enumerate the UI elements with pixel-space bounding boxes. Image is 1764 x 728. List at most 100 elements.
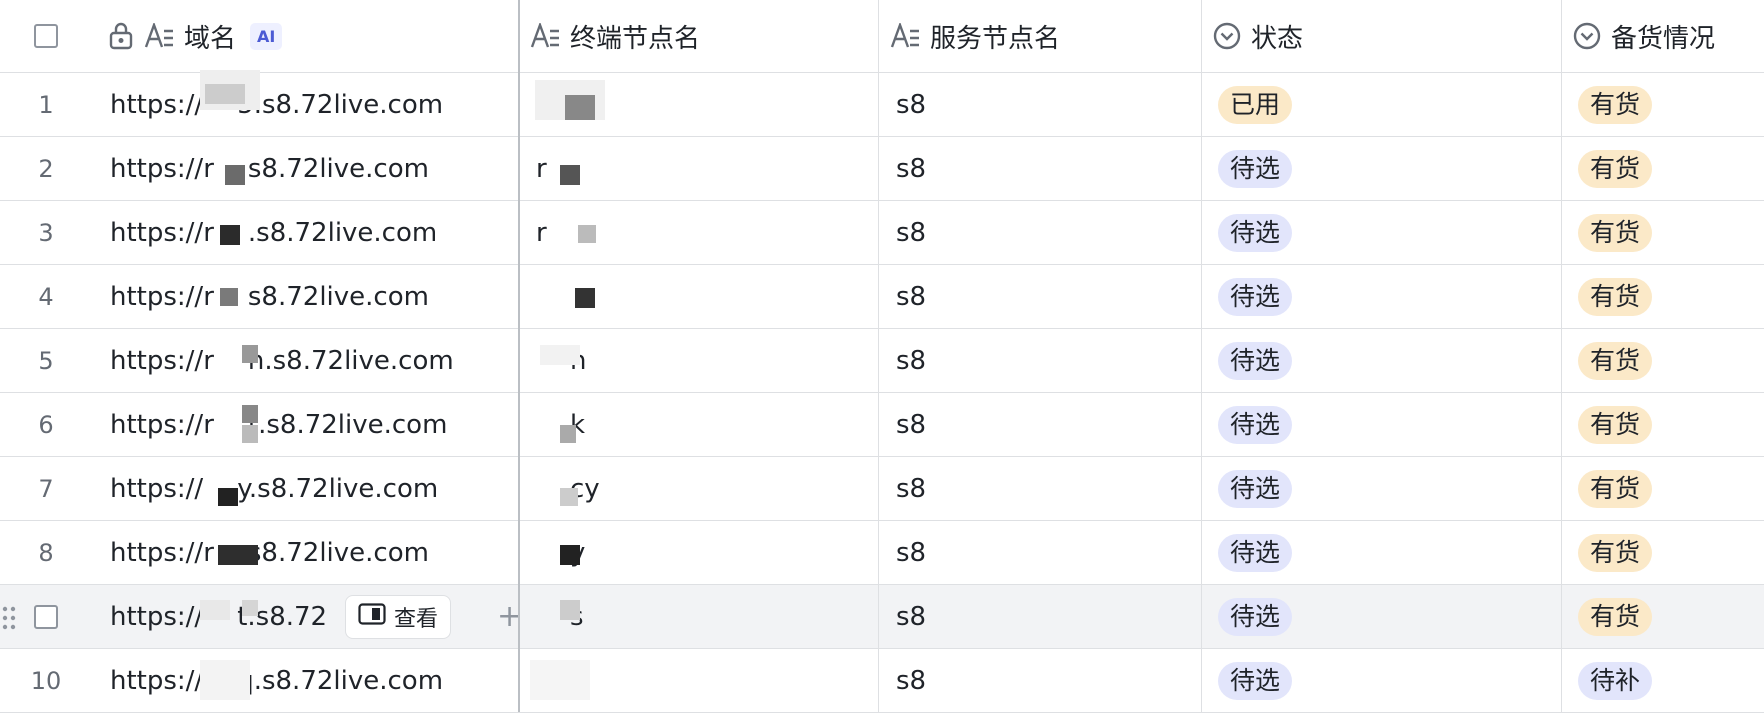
- domain-cell[interactable]: https://r s8.72live.com: [110, 265, 514, 328]
- domain-text: https://r s8.72live.com: [110, 281, 429, 312]
- status-cell[interactable]: 待选: [1218, 457, 1548, 520]
- single-select-icon: [1573, 22, 1601, 50]
- redaction-block: [200, 600, 230, 620]
- domain-cell[interactable]: https://r s8.72live.com: [110, 137, 514, 200]
- stock-cell[interactable]: 有货: [1578, 585, 1764, 648]
- status-cell[interactable]: 待选: [1218, 137, 1548, 200]
- domain-cell[interactable]: https://y.s8.72live.com: [110, 457, 514, 520]
- drag-handle-icon[interactable]: [2, 605, 16, 635]
- column-header-service-node[interactable]: 服务节点名: [890, 0, 1190, 72]
- status-cell[interactable]: 待选: [1218, 649, 1548, 712]
- terminal-node-cell[interactable]: k: [536, 393, 872, 456]
- data-table: 域名 AI 终端节点名 服务节点名 状态 备货情况 1 https:// 5.s…: [0, 0, 1764, 713]
- table-row[interactable]: 6 https://r t.s8.72live.com k s8 待选 有货: [0, 393, 1764, 457]
- redaction-block: [530, 660, 590, 700]
- table-row[interactable]: 10 https://q.s8.72live.com q s8 待选 待补: [0, 649, 1764, 713]
- terminal-node-text: r: [536, 217, 547, 248]
- status-cell[interactable]: 待选: [1218, 265, 1548, 328]
- column-header-terminal-node[interactable]: 终端节点名: [530, 0, 870, 72]
- domain-cell[interactable]: https://r t.s8.72live.com: [110, 393, 514, 456]
- redaction-block: [560, 545, 580, 565]
- stock-tag: 有货: [1578, 341, 1653, 380]
- domain-cell[interactable]: https://t.s8.72 查看 +: [110, 585, 522, 648]
- column-header-label: 终端节点名: [570, 23, 701, 54]
- row-checkbox[interactable]: [34, 604, 58, 629]
- service-node-cell[interactable]: s8: [896, 73, 1196, 136]
- table-row[interactable]: https://t.s8.72 查看+ s s8 待选 有货: [0, 585, 1764, 649]
- status-tag: 已用: [1218, 85, 1293, 124]
- row-index-cell: 10: [0, 649, 92, 712]
- column-header-status[interactable]: 状态: [1213, 0, 1543, 72]
- service-node-cell[interactable]: s8: [896, 649, 1196, 712]
- view-record-button[interactable]: 查看: [345, 594, 452, 639]
- status-cell[interactable]: 待选: [1218, 201, 1548, 264]
- domain-cell[interactable]: https://r s8.72live.com: [110, 521, 514, 584]
- domain-text: https://r s8.72live.com: [110, 537, 429, 568]
- stock-cell[interactable]: 有货: [1578, 137, 1764, 200]
- redaction-block: [242, 600, 258, 616]
- row-index-cell: 1: [0, 73, 92, 136]
- terminal-node-cell[interactable]: y: [536, 521, 872, 584]
- redaction-block: [220, 225, 240, 245]
- service-node-cell[interactable]: s8: [896, 585, 1196, 648]
- terminal-node-cell[interactable]: r: [536, 137, 872, 200]
- column-header-stock[interactable]: 备货情况: [1573, 0, 1764, 72]
- stock-cell[interactable]: 有货: [1578, 73, 1764, 136]
- table-row[interactable]: 2 https://r s8.72live.com r s8 待选 有货: [0, 137, 1764, 201]
- stock-cell[interactable]: 有货: [1578, 265, 1764, 328]
- column-header-domain[interactable]: 域名 AI: [108, 0, 518, 72]
- column-divider: [878, 0, 879, 712]
- status-tag: 待选: [1218, 597, 1293, 636]
- domain-cell[interactable]: https://q.s8.72live.com: [110, 649, 514, 712]
- status-tag: 待选: [1218, 469, 1293, 508]
- service-node-cell[interactable]: s8: [896, 201, 1196, 264]
- service-node-text: s8: [896, 473, 927, 504]
- domain-text: https://q.s8.72live.com: [110, 665, 444, 696]
- service-node-cell[interactable]: s8: [896, 329, 1196, 392]
- table-row[interactable]: 5 https://rn.s8.72live.com n s8 待选 有货: [0, 329, 1764, 393]
- terminal-node-cell[interactable]: n: [536, 329, 872, 392]
- row-index-cell: 7: [0, 457, 92, 520]
- service-node-cell[interactable]: s8: [896, 393, 1196, 456]
- redaction-block: [560, 425, 576, 443]
- row-index-cell: 8: [0, 521, 92, 584]
- column-header-label: 域名: [184, 23, 237, 54]
- table-row[interactable]: 4 https://r s8.72live.com s8 待选 有货: [0, 265, 1764, 329]
- status-cell[interactable]: 待选: [1218, 521, 1548, 584]
- stock-cell[interactable]: 待补: [1578, 649, 1764, 712]
- service-node-cell[interactable]: s8: [896, 521, 1196, 584]
- status-cell[interactable]: 待选: [1218, 393, 1548, 456]
- terminal-node-cell[interactable]: s: [536, 585, 872, 648]
- ai-badge[interactable]: AI: [250, 22, 283, 50]
- row-number: 5: [38, 346, 54, 375]
- stock-cell[interactable]: 有货: [1578, 457, 1764, 520]
- table-row[interactable]: 8 https://rs8.72live.com y s8 待选 有货: [0, 521, 1764, 585]
- row-index-cell: 5: [0, 329, 92, 392]
- service-node-cell[interactable]: s8: [896, 265, 1196, 328]
- status-cell[interactable]: 已用: [1218, 73, 1548, 136]
- frozen-column-divider[interactable]: [518, 0, 520, 712]
- table-row[interactable]: 1 https://5.s8.72live.com r s8 已用 有货: [0, 73, 1764, 137]
- stock-tag: 有货: [1578, 213, 1653, 252]
- row-number: 3: [38, 218, 54, 247]
- redaction-block: [225, 165, 245, 185]
- service-node-cell[interactable]: s8: [896, 457, 1196, 520]
- domain-cell[interactable]: https://5.s8.72live.com: [110, 73, 514, 136]
- domain-text: https://r t.s8.72live.com: [110, 409, 448, 440]
- table-row[interactable]: 3 https://r .s8.72live.com r s8 待选 有货: [0, 201, 1764, 265]
- redaction-block: [242, 405, 258, 423]
- service-node-cell[interactable]: s8: [896, 137, 1196, 200]
- status-cell[interactable]: 待选: [1218, 329, 1548, 392]
- stock-tag: 有货: [1578, 469, 1653, 508]
- terminal-node-cell[interactable]: cy: [536, 457, 872, 520]
- stock-cell[interactable]: 有货: [1578, 201, 1764, 264]
- select-all-checkbox[interactable]: [34, 24, 58, 48]
- domain-cell[interactable]: https://r n.s8.72live.com: [110, 329, 514, 392]
- stock-cell[interactable]: 有货: [1578, 393, 1764, 456]
- table-row[interactable]: 7 https://y.s8.72live.com cy s8 待选 有货: [0, 457, 1764, 521]
- stock-cell[interactable]: 有货: [1578, 521, 1764, 584]
- status-cell[interactable]: 待选: [1218, 585, 1548, 648]
- domain-cell[interactable]: https://r .s8.72live.com: [110, 201, 514, 264]
- stock-cell[interactable]: 有货: [1578, 329, 1764, 392]
- stock-tag: 待补: [1578, 661, 1653, 700]
